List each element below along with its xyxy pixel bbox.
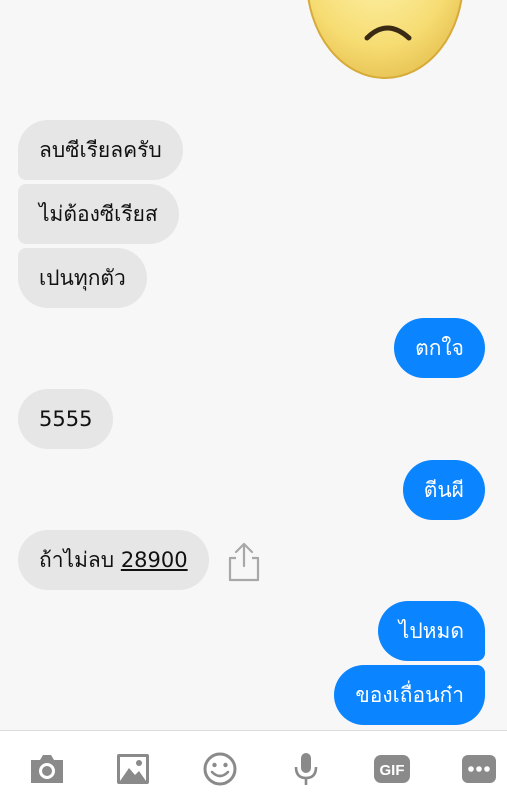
message-incoming[interactable]: เปนทุกตัว bbox=[18, 248, 147, 308]
message-outgoing[interactable]: ไปหมด bbox=[377, 601, 485, 661]
message-text: ตีนผี bbox=[423, 478, 464, 502]
message-text: ไม่ต้องซีเรียส bbox=[39, 202, 158, 226]
gif-label: GIF bbox=[380, 762, 405, 779]
message-outgoing[interactable]: ตกใจ bbox=[394, 318, 485, 378]
message-text: เปนทุกตัว bbox=[39, 266, 126, 290]
message-text: ลบซีเรียลครับ bbox=[39, 138, 162, 162]
message-text: 5555 bbox=[39, 407, 93, 431]
camera-icon[interactable] bbox=[27, 751, 67, 787]
message-text: ไปหมด bbox=[398, 619, 464, 643]
gif-icon[interactable]: GIF bbox=[372, 751, 412, 787]
more-icon[interactable] bbox=[459, 751, 499, 787]
share-icon[interactable] bbox=[226, 540, 262, 582]
conversation-area: ลบซีเรียลครับ ไม่ต้องซีเรียส เปนทุกตัว ต… bbox=[0, 0, 507, 730]
message-outgoing[interactable]: ตีนผี bbox=[402, 460, 485, 520]
message-incoming[interactable]: ถ้าไม่ลบ 28900 bbox=[18, 530, 209, 590]
message-incoming[interactable]: ลบซีเรียลครับ bbox=[18, 120, 183, 180]
message-incoming[interactable]: ไม่ต้องซีเรียส bbox=[18, 184, 179, 244]
phone-number-link[interactable]: 28900 bbox=[121, 548, 188, 572]
emoji-icon[interactable] bbox=[200, 751, 240, 787]
message-incoming[interactable]: 5555 bbox=[18, 389, 114, 449]
microphone-icon[interactable] bbox=[286, 751, 326, 787]
message-text: ถ้าไม่ลบ bbox=[39, 548, 115, 572]
image-icon[interactable] bbox=[113, 751, 153, 787]
sad-face-sticker[interactable] bbox=[305, 0, 465, 80]
message-outgoing[interactable]: ของเถื่อนก๋า bbox=[334, 665, 485, 725]
composer-toolbar: GIF bbox=[0, 730, 507, 800]
message-text: ของเถื่อนก๋า bbox=[355, 683, 464, 707]
message-text: ตกใจ bbox=[415, 336, 464, 360]
